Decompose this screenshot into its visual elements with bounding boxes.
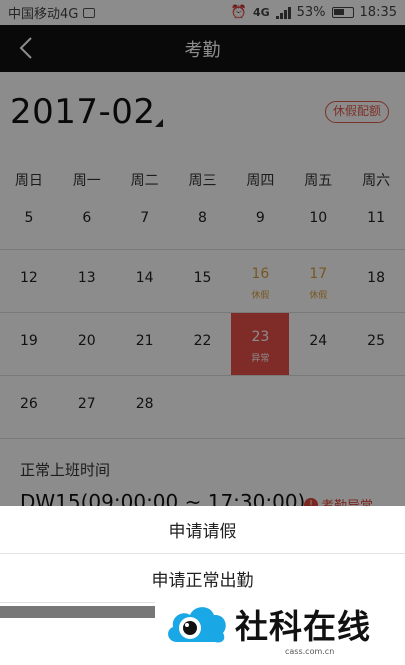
watermark: 社科在线 cass.com.cn	[155, 590, 405, 665]
cloud-logo-icon	[168, 607, 226, 643]
watermark-text: 社科在线	[235, 607, 371, 646]
apply-leave-button[interactable]: 申请请假	[0, 506, 405, 554]
watermark-domain: cass.com.cn	[285, 647, 335, 656]
